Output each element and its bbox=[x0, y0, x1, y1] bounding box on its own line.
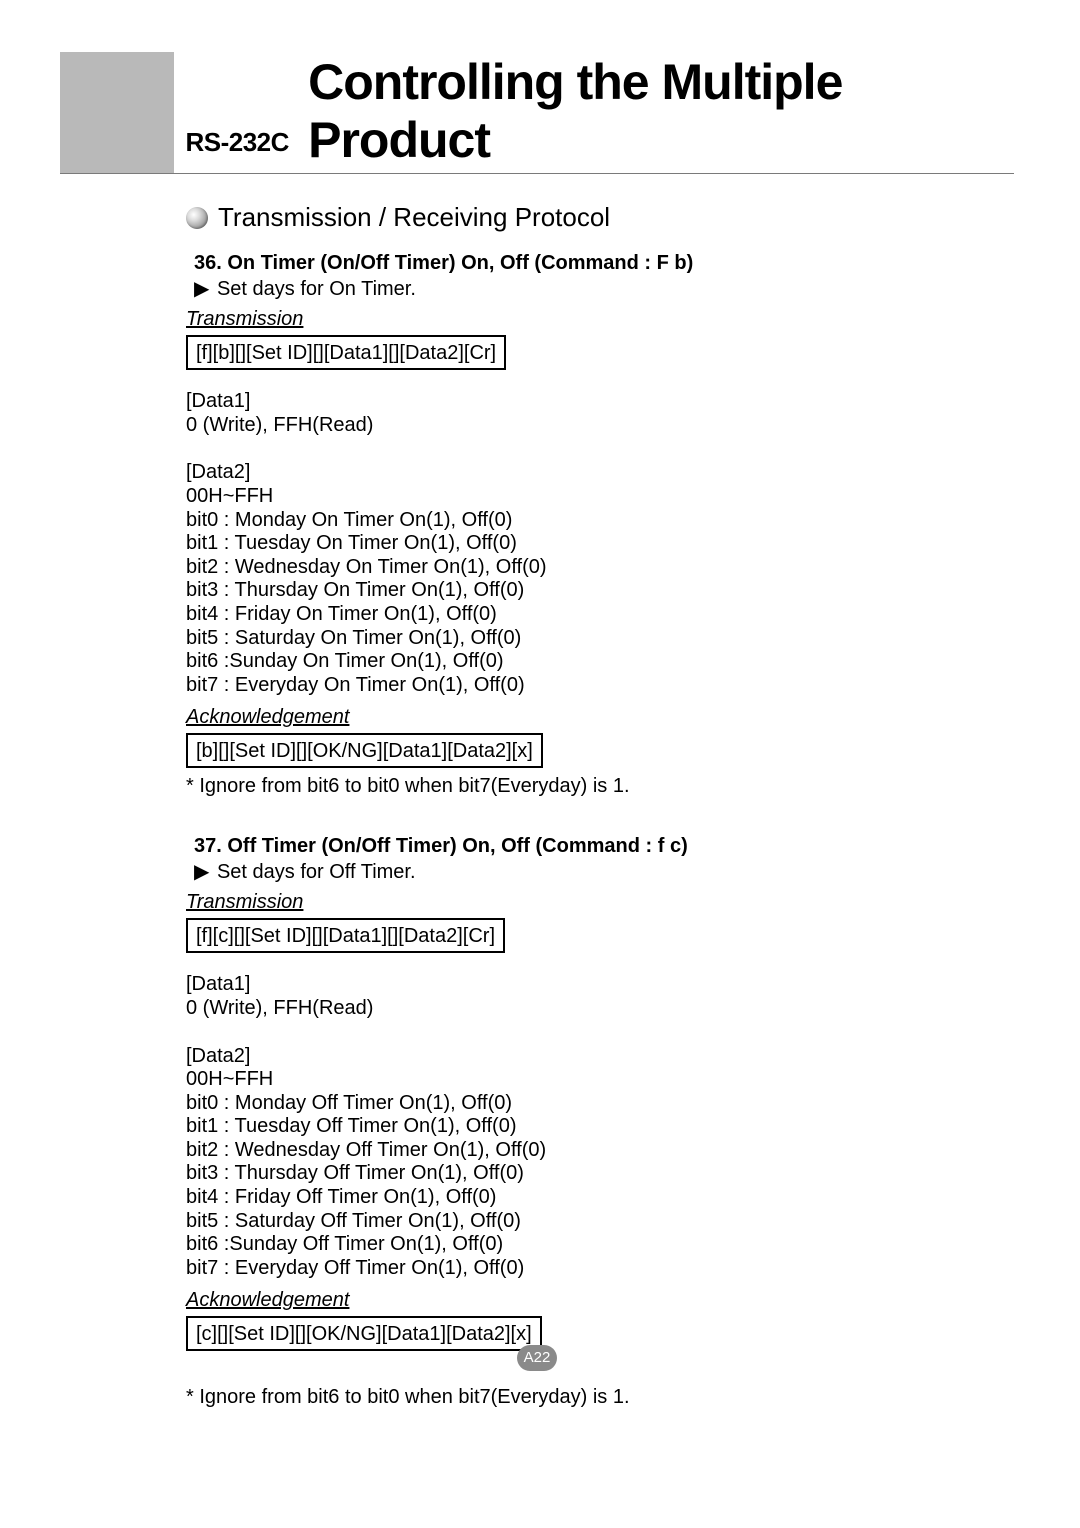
arrow-icon: ▶ bbox=[194, 860, 209, 884]
data1-line: 0 (Write), FFH(Read) bbox=[186, 414, 1014, 438]
bit-line: bit1 : Tuesday Off Timer On(1), Off(0) bbox=[186, 1115, 1014, 1139]
bit-line: bit3 : Thursday Off Timer On(1), Off(0) bbox=[186, 1162, 1014, 1186]
data2-label: [Data2] bbox=[186, 461, 1014, 485]
bit-line: bit6 :Sunday Off Timer On(1), Off(0) bbox=[186, 1233, 1014, 1257]
data2-range: 00H~FFH bbox=[186, 1068, 1014, 1092]
section-37: 37. Off Timer (On/Off Timer) On, Off (Co… bbox=[186, 834, 1014, 1409]
cmd-37-desc: Set days for Off Timer. bbox=[217, 861, 416, 883]
bullet-icon bbox=[186, 207, 208, 229]
bit-line: bit0 : Monday Off Timer On(1), Off(0) bbox=[186, 1092, 1014, 1116]
data1-label: [Data1] bbox=[186, 973, 1014, 997]
ack-code: [c][][Set ID][][OK/NG][Data1][Data2][x] bbox=[186, 1316, 542, 1351]
transmission-label: Transmission bbox=[186, 307, 303, 331]
data2-label: [Data2] bbox=[186, 1045, 1014, 1069]
note-line: * Ignore from bit6 to bit0 when bit7(Eve… bbox=[186, 774, 1014, 798]
bit-line: bit0 : Monday On Timer On(1), Off(0) bbox=[186, 509, 1014, 533]
arrow-icon: ▶ bbox=[194, 277, 209, 301]
bit-line: bit5 : Saturday On Timer On(1), Off(0) bbox=[186, 627, 1014, 651]
ack-label: Acknowledgement bbox=[186, 705, 349, 729]
header-interface-label: RS-232C bbox=[185, 127, 288, 158]
bit-line: bit5 : Saturday Off Timer On(1), Off(0) bbox=[186, 1210, 1014, 1234]
section-36: 36. On Timer (On/Off Timer) On, Off (Com… bbox=[186, 251, 1014, 798]
transmission-label: Transmission bbox=[186, 890, 303, 914]
transmission-code: [f][c][][Set ID][][Data1][][Data2][Cr] bbox=[186, 918, 505, 953]
cmd-36-desc: Set days for On Timer. bbox=[217, 278, 416, 300]
bit-line: bit2 : Wednesday On Timer On(1), Off(0) bbox=[186, 556, 1014, 580]
ack-code: [b][][Set ID][][OK/NG][Data1][Data2][x] bbox=[186, 733, 543, 768]
bit-line: bit7 : Everyday On Timer On(1), Off(0) bbox=[186, 674, 1014, 698]
bit-line: bit2 : Wednesday Off Timer On(1), Off(0) bbox=[186, 1139, 1014, 1163]
ack-label: Acknowledgement bbox=[186, 1288, 349, 1312]
section-title: Transmission / Receiving Protocol bbox=[218, 202, 610, 233]
note-line: * Ignore from bit6 to bit0 when bit7(Eve… bbox=[186, 1385, 1014, 1409]
data1-label: [Data1] bbox=[186, 390, 1014, 414]
cmd-36-title: 36. On Timer (On/Off Timer) On, Off (Com… bbox=[194, 251, 1014, 275]
bit-line: bit6 :Sunday On Timer On(1), Off(0) bbox=[186, 650, 1014, 674]
data2-range: 00H~FFH bbox=[186, 485, 1014, 509]
page-number-badge: A22 bbox=[517, 1345, 557, 1371]
cmd-37-title: 37. Off Timer (On/Off Timer) On, Off (Co… bbox=[194, 834, 1014, 858]
bit-line: bit4 : Friday On Timer On(1), Off(0) bbox=[186, 603, 1014, 627]
page-title: Controlling the Multiple Product bbox=[300, 53, 1014, 173]
transmission-code: [f][b][][Set ID][][Data1][][Data2][Cr] bbox=[186, 335, 506, 370]
bit-line: bit4 : Friday Off Timer On(1), Off(0) bbox=[186, 1186, 1014, 1210]
bit-line: bit1 : Tuesday On Timer On(1), Off(0) bbox=[186, 532, 1014, 556]
bit-line: bit3 : Thursday On Timer On(1), Off(0) bbox=[186, 579, 1014, 603]
data1-line: 0 (Write), FFH(Read) bbox=[186, 997, 1014, 1021]
header-left-block bbox=[60, 52, 174, 173]
bit-line: bit7 : Everyday Off Timer On(1), Off(0) bbox=[186, 1257, 1014, 1281]
